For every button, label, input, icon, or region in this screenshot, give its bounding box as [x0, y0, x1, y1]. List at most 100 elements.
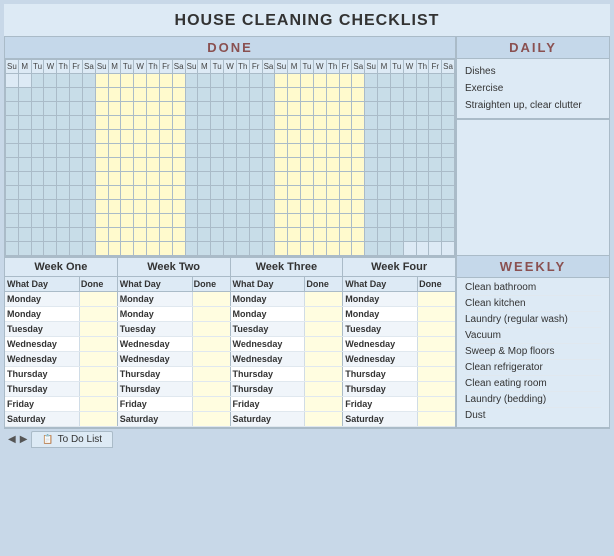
cal-cell: [352, 172, 365, 186]
data-done-cell[interactable]: [305, 412, 342, 426]
data-done-cell[interactable]: [193, 322, 230, 336]
week-data-col: Tuesday: [5, 322, 118, 336]
data-done-cell[interactable]: [305, 352, 342, 366]
data-day-cell: Tuesday: [118, 322, 193, 336]
data-done-cell[interactable]: [305, 292, 342, 306]
cal-cell: [352, 228, 365, 242]
cal-cell: [31, 186, 44, 200]
data-done-cell[interactable]: [418, 322, 455, 336]
cal-cell: [18, 158, 31, 172]
cal-cell: [262, 116, 275, 130]
cal-cell: [18, 172, 31, 186]
week-data-col: Monday: [5, 292, 118, 306]
cal-cell: [121, 242, 134, 256]
data-done-cell[interactable]: [305, 337, 342, 351]
cal-cell: [416, 242, 429, 256]
cal-cell: [249, 186, 262, 200]
week-data-col: Monday: [5, 307, 118, 321]
data-done-cell[interactable]: [193, 382, 230, 396]
cal-cell: [429, 158, 442, 172]
cal-cell: [82, 116, 95, 130]
todo-tab[interactable]: 📋 To Do List: [31, 431, 113, 448]
cal-cell: [365, 74, 378, 88]
cal-cell: [159, 228, 172, 242]
daily-item: Straighten up, clear clutter: [465, 97, 601, 114]
data-done-cell[interactable]: [80, 367, 117, 381]
cal-cell: [224, 102, 237, 116]
week-data-col: Wednesday: [5, 352, 118, 366]
cal-cell: [224, 172, 237, 186]
cal-cell: [339, 116, 352, 130]
data-done-cell[interactable]: [193, 367, 230, 381]
cal-cell: [365, 228, 378, 242]
data-done-cell[interactable]: [80, 397, 117, 411]
schedule-row: FridayFridayFridayFriday: [5, 397, 455, 412]
data-done-cell[interactable]: [80, 337, 117, 351]
data-done-cell[interactable]: [193, 412, 230, 426]
cal-cell: [403, 214, 416, 228]
cal-cell: [313, 158, 326, 172]
data-done-cell[interactable]: [193, 352, 230, 366]
cal-cell: [313, 200, 326, 214]
data-done-cell[interactable]: [418, 412, 455, 426]
cal-cell: [403, 200, 416, 214]
cal-cell: [44, 228, 57, 242]
tab-prev-arrow[interactable]: ◀: [8, 434, 16, 445]
data-done-cell[interactable]: [80, 292, 117, 306]
data-done-cell[interactable]: [80, 322, 117, 336]
data-done-cell[interactable]: [305, 397, 342, 411]
cal-cell: [121, 116, 134, 130]
data-done-cell[interactable]: [418, 352, 455, 366]
cal-row: [6, 158, 455, 172]
data-done-cell[interactable]: [305, 322, 342, 336]
cal-cell: [288, 116, 301, 130]
cal-cell: [108, 228, 121, 242]
cal-cell: [95, 144, 108, 158]
cal-cell: [313, 144, 326, 158]
data-done-cell[interactable]: [80, 382, 117, 396]
data-done-cell[interactable]: [418, 292, 455, 306]
cal-cell: [275, 200, 288, 214]
data-done-cell[interactable]: [193, 397, 230, 411]
cal-cell: [147, 200, 160, 214]
data-done-cell[interactable]: [80, 412, 117, 426]
cal-cell: [31, 158, 44, 172]
cal-cell: [236, 74, 249, 88]
data-day-cell: Saturday: [231, 412, 306, 426]
data-done-cell[interactable]: [418, 367, 455, 381]
cal-cell: [95, 116, 108, 130]
cal-cell: [326, 74, 339, 88]
cal-cell: [224, 116, 237, 130]
cal-header-cell: Sa: [442, 60, 455, 74]
cal-cell: [134, 186, 147, 200]
data-done-cell[interactable]: [305, 307, 342, 321]
schedule-rows: MondayMondayMondayMondayMondayMondayMond…: [5, 292, 455, 427]
data-done-cell[interactable]: [193, 292, 230, 306]
tab-next-arrow[interactable]: ▶: [20, 434, 28, 445]
cal-row: [6, 228, 455, 242]
cal-cell: [442, 200, 455, 214]
data-done-cell[interactable]: [193, 307, 230, 321]
cal-cell: [198, 116, 211, 130]
data-done-cell[interactable]: [418, 307, 455, 321]
cal-cell: [172, 200, 185, 214]
cal-cell: [339, 74, 352, 88]
data-done-cell[interactable]: [418, 397, 455, 411]
cal-cell: [403, 74, 416, 88]
data-done-cell[interactable]: [418, 382, 455, 396]
data-done-cell[interactable]: [305, 367, 342, 381]
cal-cell: [57, 228, 70, 242]
cal-cell: [31, 116, 44, 130]
data-done-cell[interactable]: [305, 382, 342, 396]
data-done-cell[interactable]: [80, 307, 117, 321]
cal-cell: [301, 130, 314, 144]
cal-cell: [211, 88, 224, 102]
cal-cell: [108, 74, 121, 88]
cal-cell: [301, 228, 314, 242]
cal-cell: [108, 214, 121, 228]
data-done-cell[interactable]: [193, 337, 230, 351]
cal-cell: [172, 172, 185, 186]
data-day-cell: Wednesday: [231, 337, 306, 351]
data-done-cell[interactable]: [80, 352, 117, 366]
data-done-cell[interactable]: [418, 337, 455, 351]
